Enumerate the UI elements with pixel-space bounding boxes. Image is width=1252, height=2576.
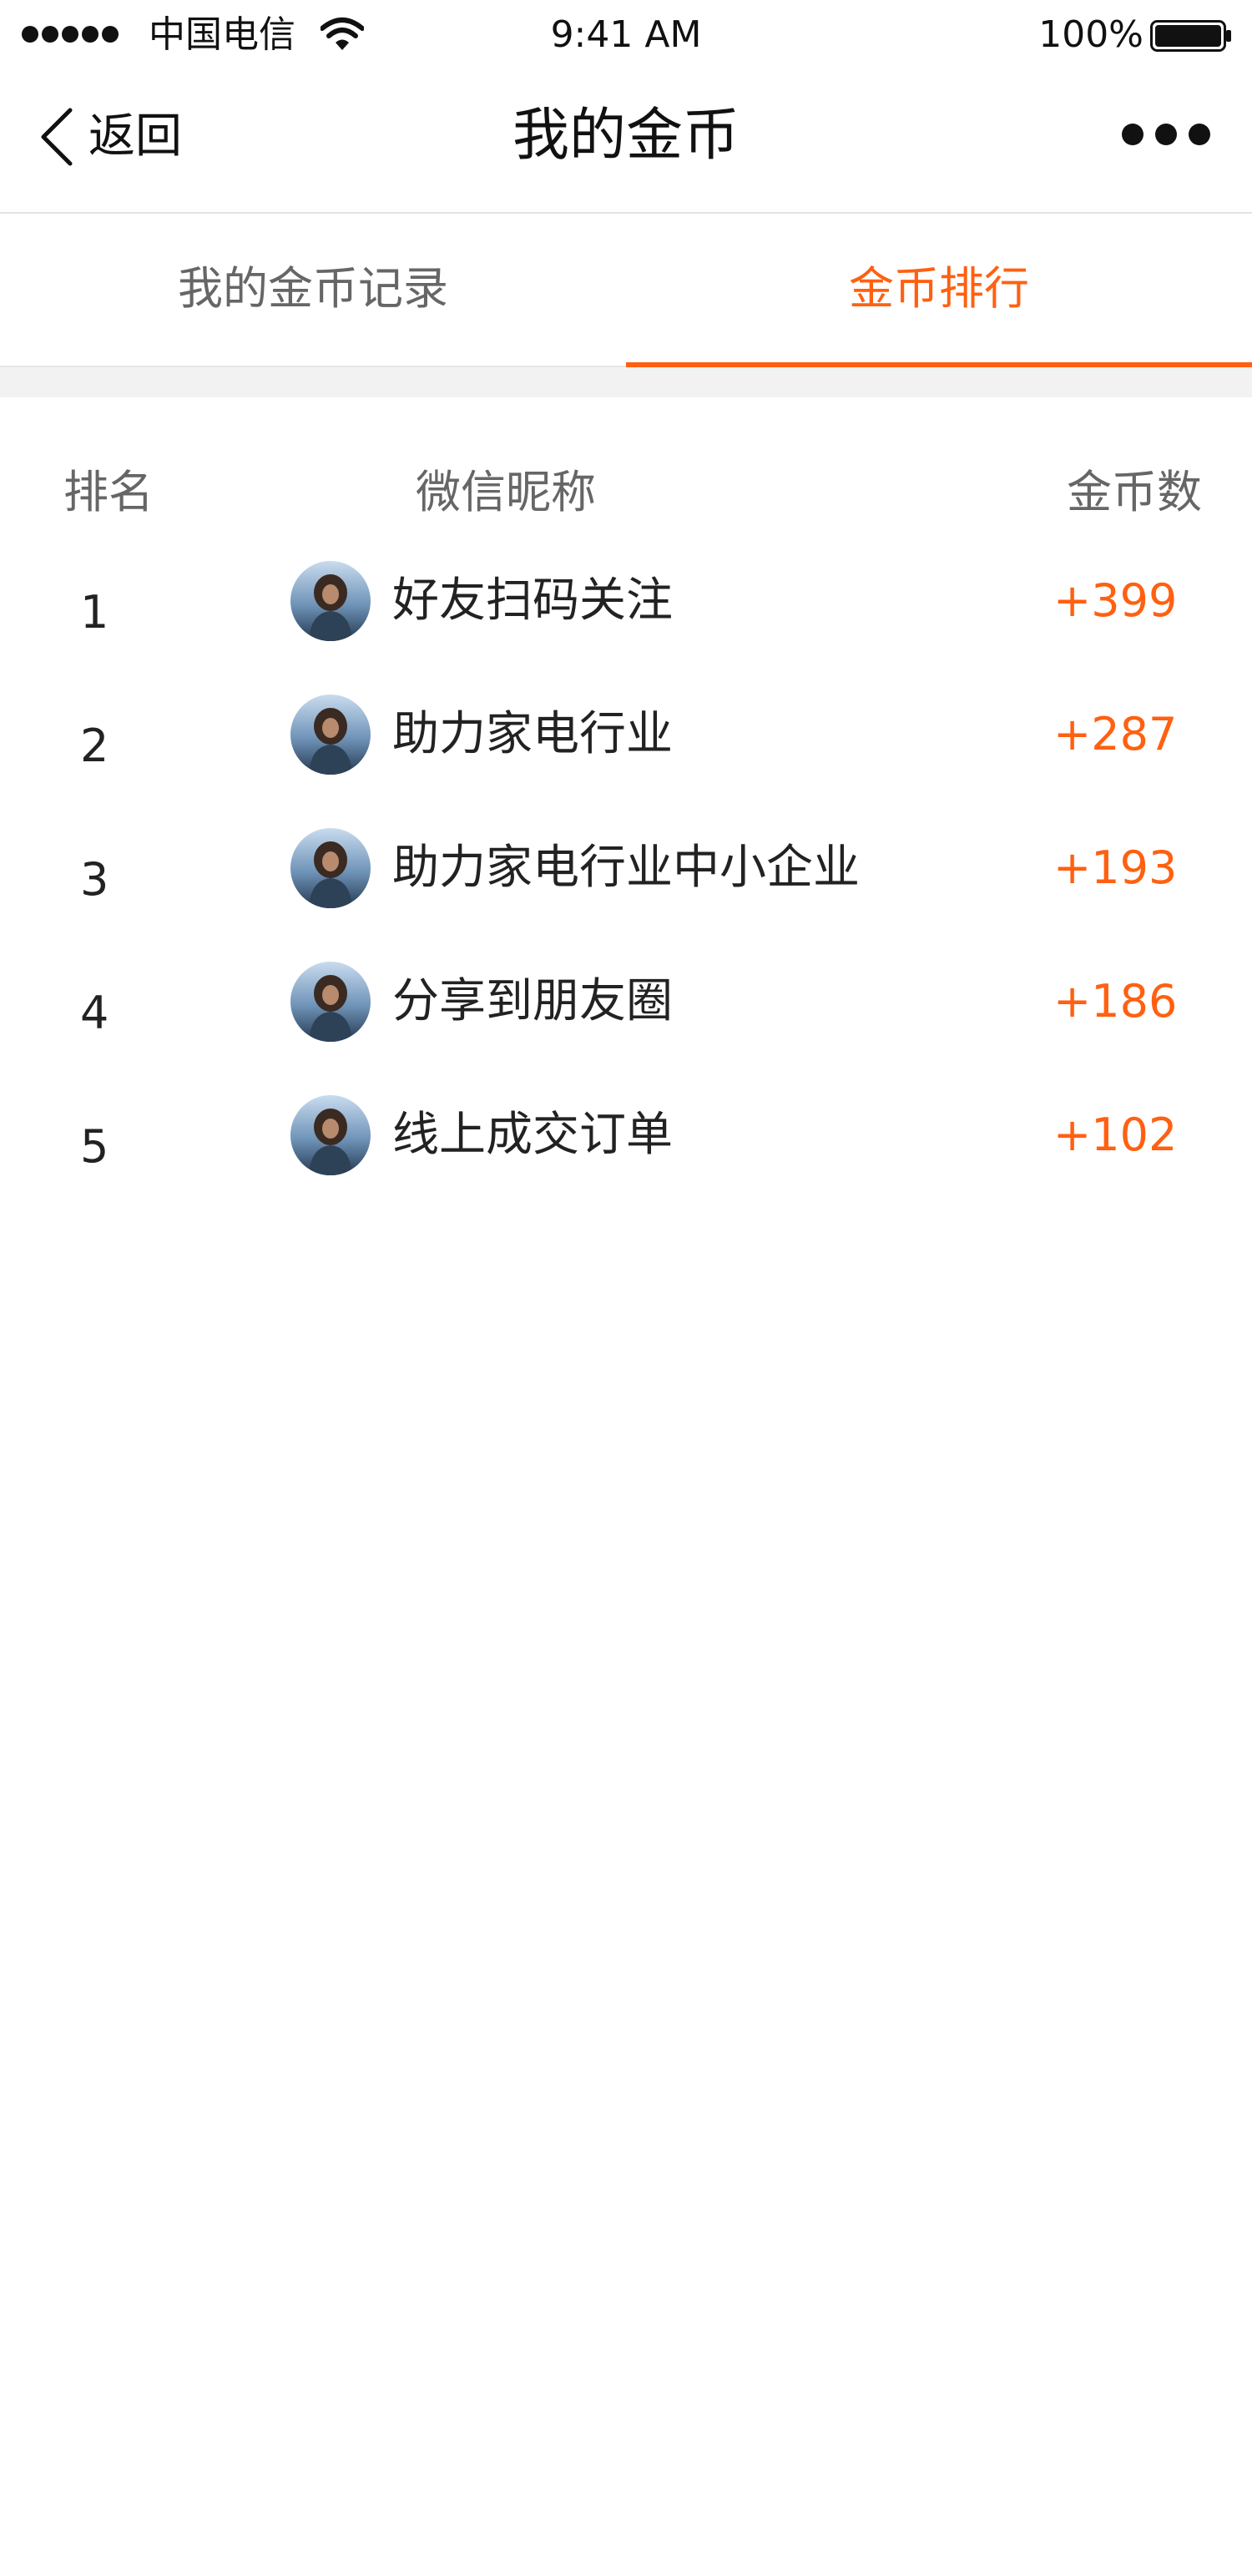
avatar: [290, 1095, 371, 1175]
avatar: [290, 828, 371, 908]
coin-count: +186: [1053, 975, 1178, 1028]
rank-number: 5: [80, 1120, 109, 1173]
tab-coin-records[interactable]: 我的金币记录: [0, 214, 626, 366]
table-row: 4 分享到朋友圈 +186: [0, 947, 1252, 1080]
nickname: 分享到朋友圈: [392, 974, 673, 1028]
battery-percentage: 100%: [1038, 13, 1143, 56]
tab-coin-ranking[interactable]: 金币排行: [626, 214, 1252, 367]
table-row: 5 线上成交订单 +102: [0, 1080, 1252, 1214]
nickname: 助力家电行业: [392, 707, 673, 761]
ranking-list: 1 好友扫码关注 +399 2 助力家电行业 +287 3 助力家电行业中小企业…: [0, 546, 1252, 1214]
table-row: 1 好友扫码关注 +399: [0, 546, 1252, 679]
header-nickname: 微信昵称: [416, 466, 596, 518]
page-title: 我的金币: [512, 103, 740, 169]
avatar: [290, 561, 371, 641]
table-row: 3 助力家电行业中小企业 +193: [0, 813, 1252, 947]
section-divider: [0, 367, 1252, 397]
avatar: [290, 962, 371, 1042]
coin-count: +193: [1053, 841, 1178, 894]
header-rank: 排名: [63, 466, 154, 518]
navigation-bar: 返回 我的金币: [0, 67, 1252, 214]
rank-number: 2: [80, 720, 109, 772]
more-options-icon[interactable]: [1122, 124, 1210, 145]
ranking-table-header: 排名 微信昵称 金币数: [0, 451, 1252, 534]
status-bar: 中国电信 9:41 AM 100%: [0, 0, 1252, 67]
nickname: 助力家电行业中小企业: [392, 841, 860, 895]
battery-icon: [1150, 20, 1231, 52]
header-coins: 金币数: [1067, 466, 1202, 518]
nickname: 好友扫码关注: [392, 573, 673, 628]
coin-count: +287: [1053, 708, 1178, 760]
avatar: [290, 695, 371, 775]
rank-number: 4: [80, 987, 109, 1039]
table-row: 2 助力家电行业 +287: [0, 679, 1252, 813]
coin-count: +399: [1053, 574, 1178, 627]
rank-number: 1: [80, 586, 109, 639]
coin-count: +102: [1053, 1109, 1178, 1161]
nickname: 线上成交订单: [392, 1108, 673, 1162]
rank-number: 3: [80, 853, 109, 906]
tab-bar: 我的金币记录 金币排行: [0, 214, 1252, 367]
